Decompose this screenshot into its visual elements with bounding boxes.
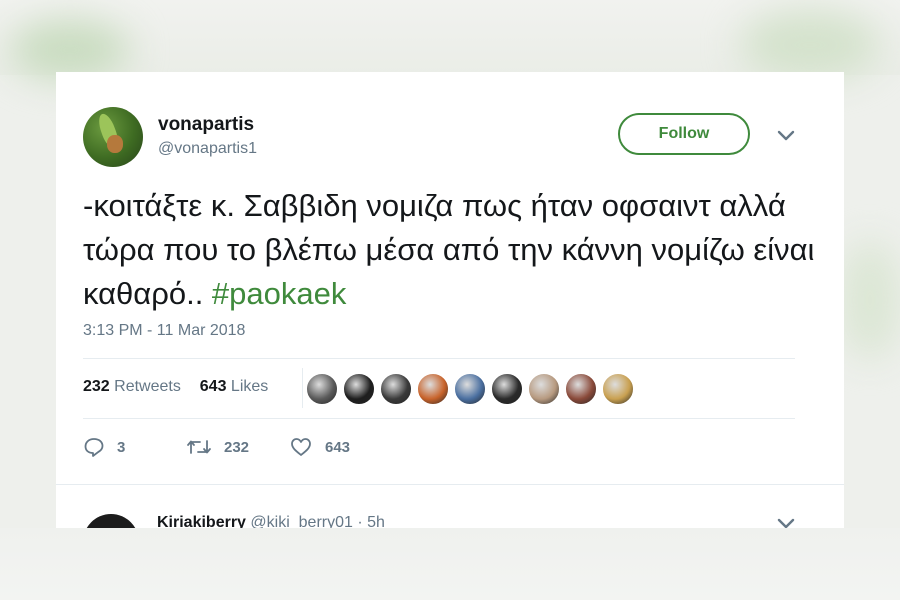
background-bottom	[0, 528, 900, 600]
chevron-down-icon[interactable]	[777, 518, 795, 528]
background-blur	[740, 10, 880, 80]
follow-button[interactable]: Follow	[618, 113, 750, 155]
like-count: 643	[325, 438, 351, 456]
tweet-card: vonapartis @vonapartis1 Follow -κοιτάξτε…	[56, 72, 844, 528]
background-blur	[840, 240, 900, 360]
chevron-down-icon[interactable]	[777, 130, 795, 142]
avatar-figure	[107, 135, 123, 153]
engagement-stats: 232 Retweets 643 Likes	[83, 378, 268, 398]
hashtag-link[interactable]: #paokaek	[212, 276, 346, 311]
liker-avatar[interactable]	[528, 373, 560, 405]
liker-avatar[interactable]	[491, 373, 523, 405]
retweet-icon	[187, 440, 211, 454]
retweet-button[interactable]: 232	[186, 434, 249, 460]
stats-separator	[302, 368, 303, 408]
reply-count: 3	[117, 438, 126, 456]
retweets-count[interactable]: 232	[83, 378, 110, 395]
liker-avatar[interactable]	[417, 373, 449, 405]
heart-icon	[291, 438, 311, 456]
reply-avatar[interactable]	[83, 514, 139, 528]
liker-avatar[interactable]	[343, 373, 375, 405]
timestamp[interactable]: 3:13 PM - 11 Mar 2018	[83, 322, 245, 340]
retweets-label[interactable]: Retweets	[114, 378, 181, 395]
reply-handle-time[interactable]: @kiki_berry01 · 5h	[250, 514, 385, 528]
divider	[83, 418, 795, 419]
divider	[56, 484, 844, 485]
like-button[interactable]: 643	[289, 434, 350, 460]
reply-icon	[84, 438, 104, 457]
divider	[83, 358, 795, 359]
tweet-text: -κοιτάξτε κ. Σαββιδη νομιζα πως ήταν οφσ…	[83, 184, 823, 316]
display-name[interactable]: vonapartis	[158, 114, 254, 136]
reply-button[interactable]: 3	[83, 434, 125, 460]
liker-avatar[interactable]	[602, 373, 634, 405]
reply-header: Kiriakiberry @kiki_berry01 · 5h	[157, 514, 385, 528]
retweet-count: 232	[224, 438, 250, 456]
likes-count[interactable]: 643	[200, 378, 227, 395]
avatar[interactable]	[83, 107, 143, 167]
likes-label[interactable]: Likes	[231, 378, 268, 395]
liker-avatar[interactable]	[454, 373, 486, 405]
liker-avatar[interactable]	[380, 373, 412, 405]
tweet-body: -κοιτάξτε κ. Σαββιδη νομιζα πως ήταν οφσ…	[83, 188, 815, 311]
liker-avatar[interactable]	[565, 373, 597, 405]
liker-avatar[interactable]	[306, 373, 338, 405]
user-handle[interactable]: @vonapartis1	[158, 140, 257, 158]
reply-tweet[interactable]: Kiriakiberry @kiki_berry01 · 5h	[56, 502, 844, 528]
reply-display-name[interactable]: Kiriakiberry	[157, 514, 246, 528]
background-blur	[10, 20, 130, 80]
